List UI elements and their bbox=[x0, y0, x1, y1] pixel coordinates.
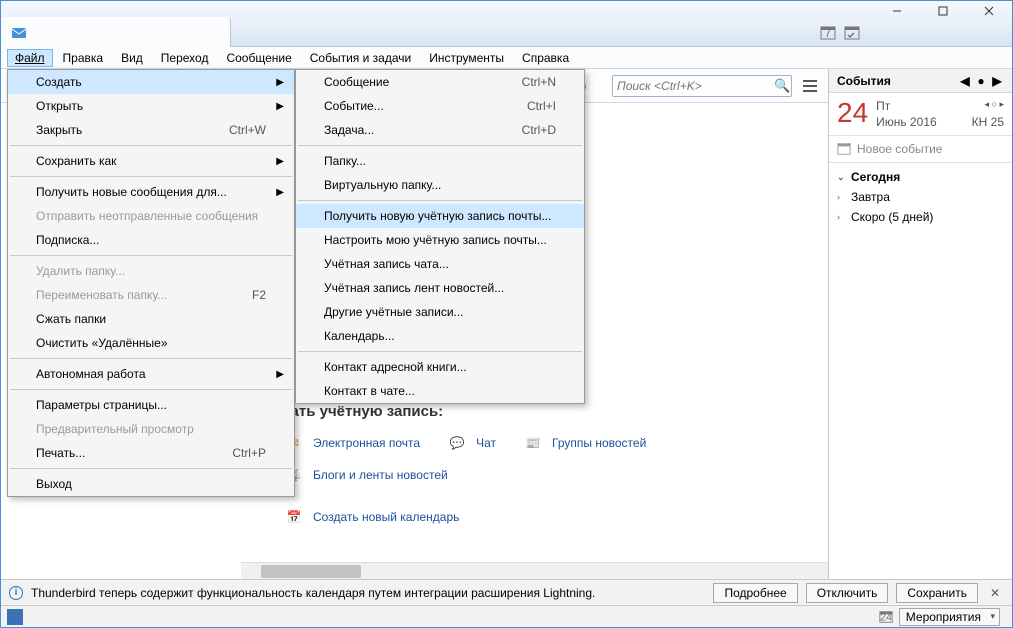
calendar-day-icon[interactable]: 7 bbox=[818, 23, 838, 43]
events-today[interactable]: ● bbox=[974, 74, 988, 88]
maximize-button[interactable] bbox=[920, 1, 966, 21]
file-menu-rename-folder: Переименовать папку...F2 bbox=[8, 283, 294, 307]
menu-edit[interactable]: Правка bbox=[55, 49, 112, 67]
calendar-status-icon[interactable]: 24 bbox=[879, 610, 893, 624]
month-year: Июнь 2016 bbox=[876, 115, 937, 129]
file-menu-save-as[interactable]: Сохранить как▶ bbox=[8, 149, 294, 173]
file-menu-preview: Предварительный просмотр bbox=[8, 417, 294, 441]
events-dropdown[interactable]: Мероприятия bbox=[899, 608, 1000, 626]
link-feeds[interactable]: Блоги и ленты новостей bbox=[313, 468, 448, 482]
events-title: События bbox=[837, 74, 891, 88]
link-email[interactable]: Электронная почта bbox=[313, 436, 420, 450]
events-header: События ◀ ● ▶ bbox=[829, 69, 1012, 93]
search-box[interactable]: 🔍 bbox=[612, 75, 792, 97]
more-button[interactable]: Подробнее bbox=[713, 583, 797, 603]
notification-close[interactable]: ✕ bbox=[986, 586, 1004, 600]
calendar-toolbar-icons: 7 bbox=[818, 23, 862, 43]
create-account-header: дать учётную запись: bbox=[281, 403, 814, 420]
file-menu-print[interactable]: Печать...Ctrl+P bbox=[8, 441, 294, 465]
events-soon-group[interactable]: ›Скоро (5 дней) bbox=[835, 207, 1006, 227]
file-menu-offline[interactable]: Автономная работа▶ bbox=[8, 362, 294, 386]
minimize-button[interactable] bbox=[874, 1, 920, 21]
create-folder[interactable]: Папку... bbox=[296, 149, 584, 173]
events-today-group[interactable]: ⌄Сегодня bbox=[835, 167, 1006, 187]
save-button[interactable]: Сохранить bbox=[896, 583, 978, 603]
app-icon bbox=[11, 25, 27, 41]
svg-text:+: + bbox=[848, 142, 851, 150]
tasks-icon[interactable] bbox=[842, 23, 862, 43]
create-chat-contact[interactable]: Контакт в чате... bbox=[296, 379, 584, 403]
calendar-icon: 📅 bbox=[285, 508, 303, 526]
create-chat-account[interactable]: Учётная запись чата... bbox=[296, 252, 584, 276]
file-menu-close[interactable]: ЗакрытьCtrl+W bbox=[8, 118, 294, 142]
events-tomorrow-group[interactable]: ›Завтра bbox=[835, 187, 1006, 207]
chat-icon: 💬 bbox=[448, 434, 466, 452]
day-of-week: Пт bbox=[876, 99, 890, 113]
link-newsgroups[interactable]: Группы новостей bbox=[552, 436, 646, 450]
file-menu-empty-trash[interactable]: Очистить «Удалённые» bbox=[8, 331, 294, 355]
menu-file[interactable]: Файл bbox=[7, 49, 53, 67]
close-button[interactable] bbox=[966, 1, 1012, 21]
create-calendar[interactable]: Календарь... bbox=[296, 324, 584, 348]
new-event-input[interactable]: + Новое событие bbox=[829, 136, 1012, 163]
file-menu-compact[interactable]: Сжать папки bbox=[8, 307, 294, 331]
create-task[interactable]: Задача...Ctrl+D bbox=[296, 118, 584, 142]
disable-button[interactable]: Отключить bbox=[806, 583, 889, 603]
file-menu-get-new[interactable]: Получить новые сообщения для...▶ bbox=[8, 180, 294, 204]
menu-help[interactable]: Справка bbox=[514, 49, 577, 67]
create-get-mail-account[interactable]: Получить новую учётную запись почты... bbox=[296, 204, 584, 228]
svg-text:24: 24 bbox=[880, 611, 892, 623]
newsgroups-icon: 📰 bbox=[524, 434, 542, 452]
events-sidebar: События ◀ ● ▶ 24 Пт ◂ ○ ▸ Июнь 2016 КН 2… bbox=[828, 69, 1012, 579]
menu-message[interactable]: Сообщение bbox=[218, 49, 299, 67]
hamburger-button[interactable] bbox=[800, 76, 820, 96]
menubar: Файл Правка Вид Переход Сообщение Событи… bbox=[1, 47, 1012, 69]
scrollbar-thumb[interactable] bbox=[261, 565, 361, 578]
create-event[interactable]: Событие...Ctrl+I bbox=[296, 94, 584, 118]
link-new-calendar[interactable]: Создать новый календарь bbox=[313, 510, 459, 524]
file-menu-exit[interactable]: Выход bbox=[8, 472, 294, 496]
day-number: 24 bbox=[837, 99, 868, 127]
search-icon[interactable]: 🔍 bbox=[774, 78, 790, 94]
file-menu-create[interactable]: Создать▶ bbox=[8, 70, 294, 94]
create-ab-contact[interactable]: Контакт адресной книги... bbox=[296, 355, 584, 379]
events-prev[interactable]: ◀ bbox=[958, 74, 972, 88]
create-message[interactable]: СообщениеCtrl+N bbox=[296, 70, 584, 94]
svg-text:7: 7 bbox=[825, 26, 832, 40]
file-menu-page-setup[interactable]: Параметры страницы... bbox=[8, 393, 294, 417]
file-menu-send-unsent: Отправить неотправленные сообщения bbox=[8, 204, 294, 228]
file-menu-delete-folder: Удалить папку... bbox=[8, 259, 294, 283]
horizontal-scrollbar[interactable] bbox=[241, 562, 828, 579]
new-event-label: Новое событие bbox=[857, 142, 942, 156]
notification-bar: i Thunderbird теперь содержит функционал… bbox=[1, 579, 1012, 605]
file-menu-subscribe[interactable]: Подписка... bbox=[8, 228, 294, 252]
active-tab-bg bbox=[1, 17, 231, 47]
search-input[interactable] bbox=[617, 79, 774, 93]
create-other-accounts[interactable]: Другие учётные записи... bbox=[296, 300, 584, 324]
new-event-icon: + bbox=[837, 142, 851, 156]
info-icon: i bbox=[9, 586, 23, 600]
file-menu-popup: Создать▶ Открыть▶ ЗакрытьCtrl+W Сохранит… bbox=[7, 69, 295, 497]
menu-go[interactable]: Переход bbox=[153, 49, 217, 67]
events-list: ⌄Сегодня ›Завтра ›Скоро (5 дней) bbox=[829, 163, 1012, 231]
file-menu-open[interactable]: Открыть▶ bbox=[8, 94, 294, 118]
status-bar: 24 Мероприятия bbox=[1, 605, 1012, 627]
create-submenu-popup: СообщениеCtrl+N Событие...Ctrl+I Задача.… bbox=[295, 69, 585, 404]
menu-view[interactable]: Вид bbox=[113, 49, 151, 67]
week-number: КН 25 bbox=[972, 115, 1004, 129]
menu-tools[interactable]: Инструменты bbox=[421, 49, 512, 67]
menu-events-tasks[interactable]: События и задачи bbox=[302, 49, 419, 67]
notification-text: Thunderbird теперь содержит функциональн… bbox=[31, 586, 705, 600]
create-setup-mail[interactable]: Настроить мою учётную запись почты... bbox=[296, 228, 584, 252]
link-chat[interactable]: Чат bbox=[476, 436, 496, 450]
window-titlebar: 7 bbox=[1, 1, 1012, 47]
create-virtual-folder[interactable]: Виртуальную папку... bbox=[296, 173, 584, 197]
date-display: 24 Пт ◂ ○ ▸ Июнь 2016 КН 25 bbox=[829, 93, 1012, 136]
window-controls bbox=[874, 1, 1012, 21]
create-feed-account[interactable]: Учётная запись лент новостей... bbox=[296, 276, 584, 300]
online-status-icon[interactable] bbox=[7, 609, 23, 625]
events-next[interactable]: ▶ bbox=[990, 74, 1004, 88]
